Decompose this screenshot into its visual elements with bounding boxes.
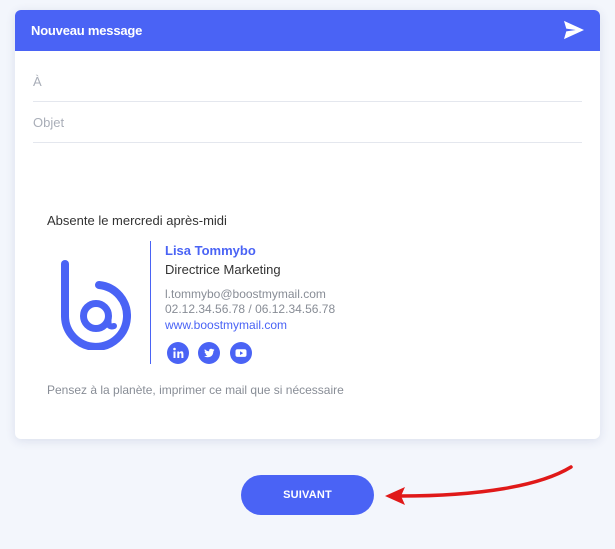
signature-phone: 02.12.34.56.78 / 06.12.34.56.78 (165, 302, 336, 316)
compose-header: Nouveau message (15, 10, 600, 51)
youtube-icon[interactable] (230, 342, 252, 364)
absence-note: Absente le mercredi après-midi (47, 213, 227, 228)
twitter-icon[interactable] (198, 342, 220, 364)
send-icon[interactable] (563, 20, 585, 40)
signature-name: Lisa Tommybo (165, 243, 256, 258)
signature-role: Directrice Marketing (165, 262, 281, 277)
signature-email: l.tommybo@boostmymail.com (165, 287, 326, 301)
subject-field (33, 102, 582, 143)
subject-input[interactable] (33, 112, 573, 132)
compose-window: Nouveau message Absente le mercredi aprè… (15, 10, 600, 439)
compose-title: Nouveau message (31, 23, 143, 38)
eco-footer-note: Pensez à la planète, imprimer ce mail qu… (47, 383, 344, 397)
to-input[interactable] (33, 71, 573, 91)
next-button[interactable]: SUIVANT (241, 475, 374, 515)
linkedin-icon[interactable] (167, 342, 189, 364)
signature-website-link[interactable]: www.boostmymail.com (165, 318, 287, 332)
to-field (33, 61, 582, 102)
boostmymail-logo (61, 260, 131, 350)
signature-divider (150, 241, 151, 364)
red-arrow-annotation (385, 465, 573, 505)
